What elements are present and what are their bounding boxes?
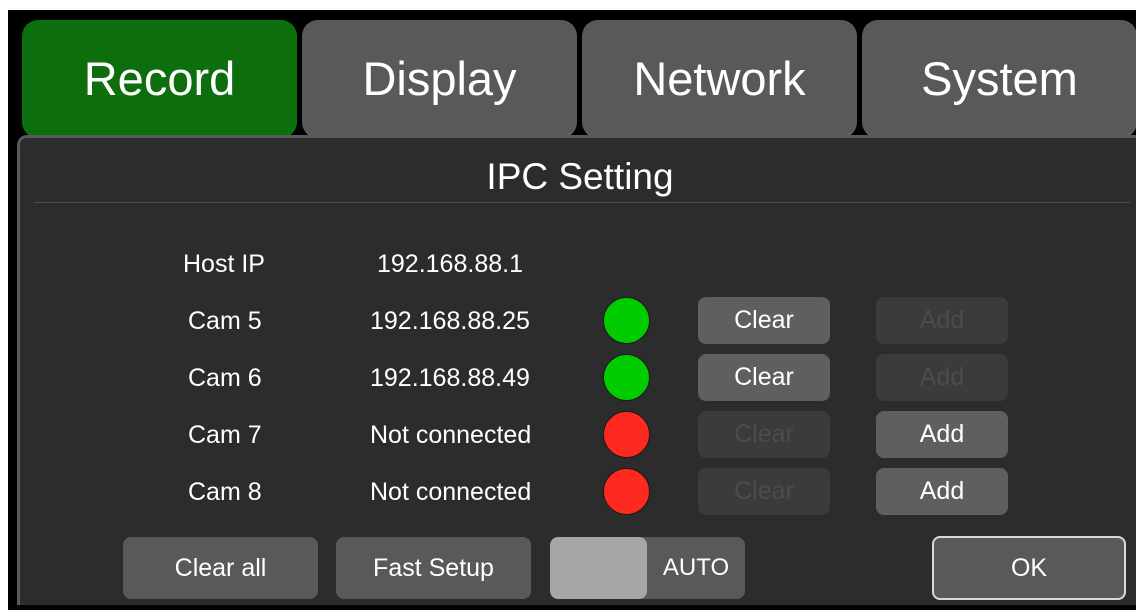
cam-7-clear-button[interactable]: Clear xyxy=(698,411,830,458)
tab-network[interactable]: Network xyxy=(582,20,857,138)
cam-8-status-indicator xyxy=(603,468,650,515)
cam-8-add-button[interactable]: Add xyxy=(876,468,1008,515)
tab-record-label: Record xyxy=(83,51,236,105)
cam-5-label: Cam 5 xyxy=(188,307,262,335)
tab-system-label: System xyxy=(921,51,1078,105)
cam-6-status-indicator xyxy=(603,354,650,401)
cam-8-clear-button[interactable]: Clear xyxy=(698,468,830,515)
cam-7-ip: Not connected xyxy=(370,421,532,449)
tab-system[interactable]: System xyxy=(862,20,1136,138)
toggle-knob[interactable] xyxy=(550,537,647,599)
clear-all-button[interactable]: Clear all xyxy=(123,537,318,599)
panel-title: IPC Setting xyxy=(486,156,674,197)
cam-6-add-button[interactable]: Add xyxy=(876,354,1008,401)
cam-6-clear-button[interactable]: Clear xyxy=(698,354,830,401)
host-ip-label: Host IP xyxy=(183,250,265,278)
cam-8-label: Cam 8 xyxy=(188,478,262,506)
cam-6-ip: 192.168.88.49 xyxy=(370,364,530,392)
cam-5-ip: 192.168.88.25 xyxy=(370,307,530,335)
cam-7-add-button[interactable]: Add xyxy=(876,411,1008,458)
cam-5-status-indicator xyxy=(603,297,650,344)
fast-setup-button[interactable]: Fast Setup xyxy=(336,537,531,599)
ipc-setting-panel: IPC Setting Host IP 192.168.88.1 Cam 5 1… xyxy=(17,135,1136,605)
cam-5-add-button[interactable]: Add xyxy=(876,297,1008,344)
toggle-mode-label: AUTO xyxy=(662,554,730,581)
cam-7-status-indicator xyxy=(603,411,650,458)
cam-7-label: Cam 7 xyxy=(188,421,262,449)
tab-display[interactable]: Display xyxy=(302,20,577,138)
tab-display-label: Display xyxy=(362,51,517,105)
cam-6-label: Cam 6 xyxy=(188,364,262,392)
auto-mode-toggle[interactable]: AUTO xyxy=(550,537,745,599)
tab-record[interactable]: Record xyxy=(22,20,297,138)
host-ip-value: 192.168.88.1 xyxy=(377,250,523,278)
title-divider xyxy=(34,202,1130,203)
cam-5-clear-button[interactable]: Clear xyxy=(698,297,830,344)
ok-button[interactable]: OK xyxy=(932,536,1126,600)
tab-network-label: Network xyxy=(633,51,806,105)
cam-8-ip: Not connected xyxy=(370,478,532,506)
